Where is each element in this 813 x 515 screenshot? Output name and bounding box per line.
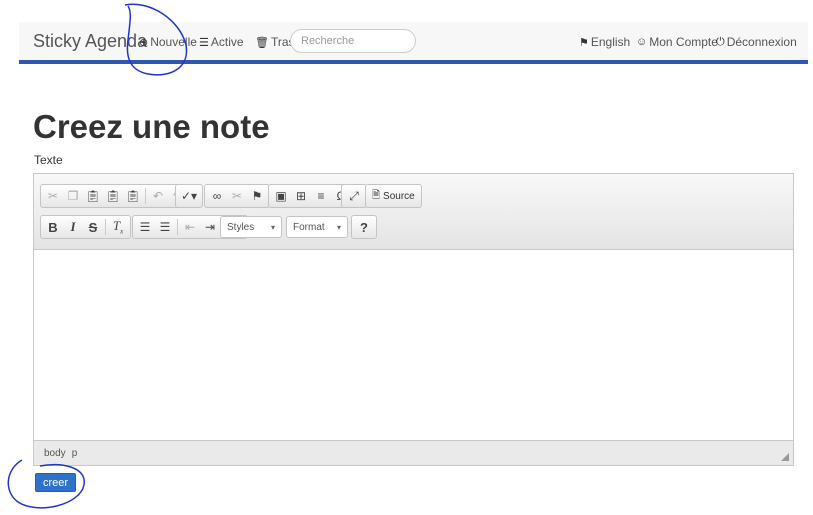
editor-content-area[interactable] <box>34 250 793 441</box>
clipboard-group: ✂ ❐ 📋︎ 📋︎ 📋︎ ↶ ↷ <box>40 184 191 208</box>
flag-icon: ⚑ <box>579 36 589 49</box>
path-item-p[interactable]: p <box>72 448 78 459</box>
numbered-list-icon[interactable]: ☰ <box>135 217 155 237</box>
editor-toolbar: ✂ ❐ 📋︎ 📋︎ 📋︎ ↶ ↷ ✓▾ ∞ ✂ ⚑ ▣ ⊞ ≡ Ω ⤢ <box>34 174 793 250</box>
nav-account[interactable]: ☺ Mon Compte <box>636 35 718 49</box>
format-dropdown[interactable]: Format ▾ <box>286 216 348 238</box>
undo-icon[interactable]: ↶ <box>148 186 168 206</box>
styles-dropdown[interactable]: Styles ▾ <box>220 216 282 238</box>
strikethrough-icon[interactable]: S <box>83 217 103 237</box>
toolbar-separator <box>105 219 106 235</box>
links-group: ∞ ✂ ⚑ <box>204 184 270 208</box>
top-navbar: Sticky Agenda ⊕ Nouvelle ☰ Active 🗑︎ Tra… <box>19 22 808 64</box>
nav-logout-label: Déconnexion <box>726 35 797 49</box>
editor-status-bar: body p <box>34 440 793 465</box>
maximize-icon[interactable]: ⤢ <box>344 186 364 206</box>
bulleted-list-icon[interactable]: ☰ <box>155 217 175 237</box>
source-group: 🗎︎ Source <box>365 184 422 208</box>
outdent-icon[interactable]: ⇤ <box>180 217 200 237</box>
indent-icon[interactable]: ⇥ <box>200 217 220 237</box>
horizontal-rule-icon[interactable]: ≡ <box>311 186 331 206</box>
search-input[interactable] <box>290 29 416 53</box>
copy-icon[interactable]: ❐ <box>63 186 83 206</box>
source-label: Source <box>383 190 415 202</box>
table-icon[interactable]: ⊞ <box>291 186 311 206</box>
format-label: Format <box>293 221 325 233</box>
page-title: Creez une note <box>33 108 270 145</box>
nav-account-label: Mon Compte <box>649 35 718 49</box>
chevron-down-icon: ▾ <box>336 222 341 232</box>
nav-new-note[interactable]: ⊕ Nouvelle <box>139 35 197 49</box>
nav-active[interactable]: ☰ Active <box>199 35 244 49</box>
path-item-body[interactable]: body <box>44 448 66 459</box>
image-icon[interactable]: ▣ <box>271 186 291 206</box>
styles-label: Styles <box>227 221 255 233</box>
remove-format-icon[interactable]: Tx <box>108 217 128 237</box>
plus-circle-icon: ⊕ <box>139 36 149 49</box>
nav-language-label: English <box>590 35 631 49</box>
text-field-label: Texte <box>34 153 63 167</box>
nav-logout[interactable]: ⏻ Déconnexion <box>716 35 797 49</box>
paste-word-icon[interactable]: 📋︎ <box>123 186 143 206</box>
paste-text-icon[interactable]: 📋︎ <box>103 186 123 206</box>
spellcheck-icon[interactable]: ✓▾ <box>178 186 200 206</box>
create-button[interactable]: creer <box>35 473 77 492</box>
power-icon: ⏻ <box>716 35 725 48</box>
toolbar-separator <box>145 188 146 204</box>
bold-icon[interactable]: B <box>43 217 63 237</box>
nav-new-label: Nouvelle <box>150 35 197 49</box>
user-icon: ☺ <box>636 36 648 48</box>
link-icon[interactable]: ∞ <box>207 186 227 206</box>
help-group: ? <box>351 215 377 239</box>
source-button[interactable]: 🗎︎ Source <box>368 188 419 205</box>
maximize-group: ⤢ <box>341 184 367 208</box>
resize-handle-icon[interactable] <box>781 453 789 461</box>
chevron-down-icon: ▾ <box>270 222 275 232</box>
basic-styles-group: B I S Tx <box>40 215 131 239</box>
italic-icon[interactable]: I <box>63 217 83 237</box>
anchor-flag-icon[interactable]: ⚑ <box>247 186 267 206</box>
element-path: body p <box>44 448 77 459</box>
paste-icon[interactable]: 📋︎ <box>83 186 103 206</box>
unlink-icon[interactable]: ✂ <box>227 186 247 206</box>
list-icon: ☰ <box>199 36 209 49</box>
toolbar-separator <box>177 219 178 235</box>
trash-icon: 🗑︎ <box>255 36 269 49</box>
rich-text-editor: ✂ ❐ 📋︎ 📋︎ 📋︎ ↶ ↷ ✓▾ ∞ ✂ ⚑ ▣ ⊞ ≡ Ω ⤢ <box>33 173 794 466</box>
spellcheck-group: ✓▾ <box>175 184 203 208</box>
nav-active-label: Active <box>210 35 244 49</box>
nav-language[interactable]: ⚑ English <box>579 35 630 49</box>
help-button[interactable]: ? <box>354 217 374 237</box>
brand-title[interactable]: Sticky Agenda <box>33 31 147 52</box>
cut-icon[interactable]: ✂ <box>43 186 63 206</box>
document-icon: 🗎︎ <box>372 189 381 201</box>
